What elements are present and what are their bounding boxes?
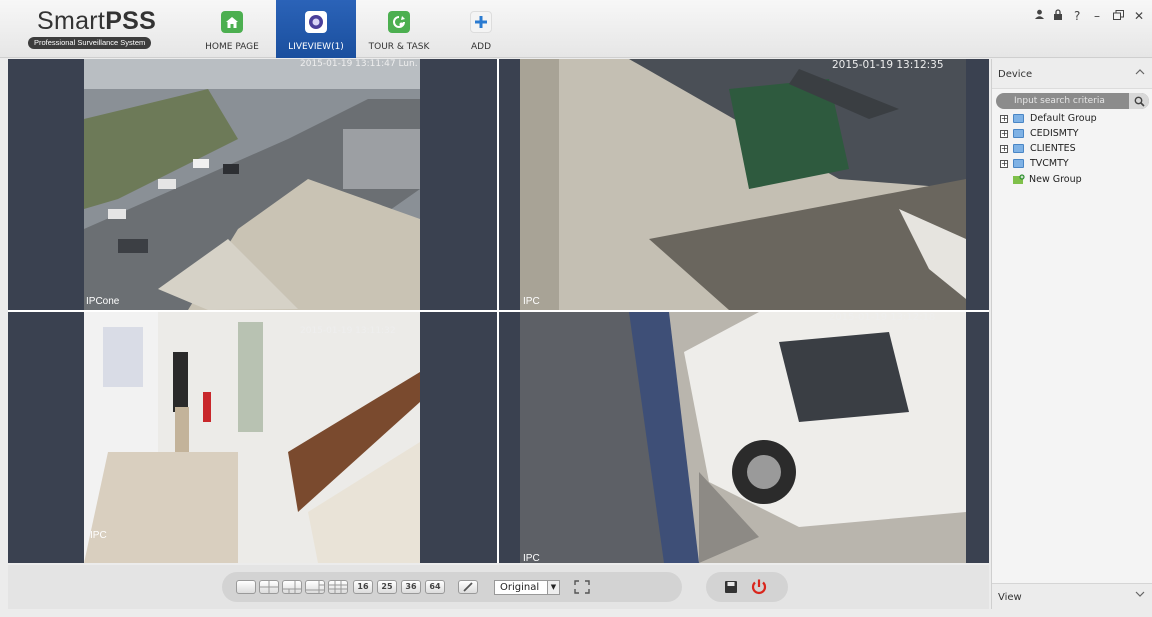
tree-item-label: New Group	[1029, 174, 1082, 185]
save-button[interactable]	[724, 579, 742, 595]
home-icon	[221, 11, 243, 33]
folder-icon	[1013, 144, 1024, 153]
tree-item-label: CLIENTES	[1030, 143, 1076, 154]
power-icon	[751, 579, 767, 594]
tree-item-label: TVCMTY	[1030, 158, 1069, 169]
tree-item-label: Default Group	[1030, 113, 1097, 124]
camera-lens-icon	[305, 11, 327, 33]
pencil-icon	[463, 582, 473, 592]
tab-home-page-label: HOME PAGE	[205, 42, 259, 52]
video-tile-2[interactable]: 2015-01-19 13:12:35 IPC	[499, 59, 989, 310]
app-logo: SmartPSS Professional Surveillance Syste…	[8, 5, 178, 53]
help-button[interactable]: ?	[1074, 8, 1080, 24]
layout-9-button[interactable]	[328, 580, 348, 594]
video-tile-4[interactable]: 2015-01-19 13:12:18 IPC	[499, 312, 989, 563]
video-tile-3[interactable]: 2015-01-19 13:11:32 IPC	[8, 312, 497, 563]
search-icon[interactable]	[1129, 93, 1149, 109]
liveview-toolbar: 16 25 36 64 Original ▼	[8, 565, 989, 609]
record-toolbar-group	[706, 572, 788, 602]
dropdown-arrow-icon: ▼	[547, 581, 559, 594]
folder-icon	[1013, 114, 1024, 123]
app-title: SmartPSS	[37, 7, 156, 36]
tour-task-icon	[388, 11, 410, 33]
grid-4-icon	[260, 581, 278, 593]
tree-item-label: CEDISMTY	[1030, 128, 1079, 139]
app-subtitle: Professional Surveillance System	[28, 37, 152, 49]
device-section-header[interactable]: Device	[992, 59, 1152, 89]
fullscreen-icon	[574, 580, 590, 594]
tree-item-tvcmty[interactable]: + TVCMTY	[1000, 157, 1069, 170]
add-icon	[470, 11, 492, 33]
device-panel: Device + Default Group + CEDISMTY + CLIE…	[991, 59, 1152, 609]
device-search-input[interactable]	[996, 93, 1128, 109]
view-section-header[interactable]: View	[992, 583, 1152, 609]
tab-liveview[interactable]: LIVEVIEW(1)	[276, 0, 356, 58]
chevron-up-icon	[1135, 68, 1145, 79]
folder-icon	[1013, 129, 1024, 138]
app-title-bold: PSS	[105, 7, 157, 35]
lock-icon[interactable]	[1053, 8, 1063, 24]
tab-tour-task-label: TOUR & TASK	[368, 42, 430, 52]
stream-select-value: Original	[500, 582, 540, 593]
minimize-button[interactable]: –	[1094, 8, 1100, 24]
restore-icon[interactable]	[1113, 8, 1124, 24]
layout-6-button[interactable]	[282, 580, 302, 594]
chevron-down-icon	[1135, 590, 1145, 601]
device-section-title: Device	[998, 69, 1033, 80]
camera-label: IPCone	[86, 296, 120, 307]
save-icon	[725, 581, 737, 593]
camera-label: IPC	[90, 530, 107, 541]
timestamp-overlay: 2015-01-19 13:11:32	[300, 326, 396, 336]
close-button[interactable]: ✕	[1134, 8, 1144, 24]
layout-1-button[interactable]	[236, 580, 256, 594]
grid-6-icon	[283, 581, 301, 593]
custom-layout-button[interactable]	[458, 580, 478, 594]
top-bar: SmartPSS Professional Surveillance Syste…	[0, 0, 1152, 58]
layout-25-button[interactable]: 25	[377, 580, 397, 594]
video-feed-van	[499, 312, 989, 563]
layout-64-button[interactable]: 64	[425, 580, 445, 594]
user-icon[interactable]	[1034, 8, 1045, 24]
timestamp-overlay: 2015-01-19 13:12:35	[832, 59, 944, 71]
expand-icon[interactable]: +	[1000, 144, 1008, 153]
grid-8-icon	[306, 581, 324, 593]
tab-add[interactable]: ADD	[458, 0, 504, 58]
fullscreen-button[interactable]	[574, 579, 592, 595]
expand-icon[interactable]: +	[1000, 114, 1008, 123]
expand-icon[interactable]: +	[1000, 159, 1008, 168]
view-section-title: View	[998, 592, 1022, 603]
layout-toolbar-group: 16 25 36 64 Original ▼	[222, 572, 682, 602]
folder-icon	[1013, 159, 1024, 168]
device-search	[996, 93, 1149, 109]
tab-tour-task[interactable]: TOUR & TASK	[361, 0, 437, 58]
camera-label: IPC	[523, 553, 540, 563]
layout-4-button[interactable]	[259, 580, 279, 594]
expand-icon[interactable]: +	[1000, 129, 1008, 138]
video-feed-street	[8, 59, 497, 310]
video-tile-1[interactable]: 2015-01-19 13:11:47 Lun. IPCone	[8, 59, 497, 310]
layout-36-button[interactable]: 36	[401, 580, 421, 594]
camera-label: IPC	[523, 296, 540, 307]
layout-16-button[interactable]: 16	[353, 580, 373, 594]
layout-8-button[interactable]	[305, 580, 325, 594]
tree-item-default-group[interactable]: + Default Group	[1000, 112, 1097, 125]
timestamp-overlay: 2015-01-19 13:12:18	[829, 312, 936, 323]
tab-add-label: ADD	[470, 42, 492, 52]
stream-select[interactable]: Original ▼	[494, 580, 560, 595]
tree-item-new-group[interactable]: New Group	[1000, 173, 1082, 186]
app-title-light: Smart	[37, 7, 106, 35]
tab-liveview-label: LIVEVIEW(1)	[288, 42, 344, 52]
video-feed-hallway	[8, 312, 497, 563]
video-feed-yard	[499, 59, 989, 310]
timestamp-overlay: 2015-01-19 13:11:47 Lun.	[300, 59, 418, 69]
tab-home-page[interactable]: HOME PAGE	[196, 0, 268, 58]
tree-item-clientes[interactable]: + CLIENTES	[1000, 142, 1076, 155]
liveview-grid: 2015-01-19 13:11:47 Lun. IPCone 2015-01-…	[8, 59, 989, 563]
smartpss-window: SmartPSS Professional Surveillance Syste…	[0, 0, 1152, 617]
new-group-icon	[1013, 174, 1025, 184]
close-all-button[interactable]	[750, 578, 768, 594]
tree-item-cedismty[interactable]: + CEDISMTY	[1000, 127, 1079, 140]
grid-9-icon	[329, 581, 347, 593]
